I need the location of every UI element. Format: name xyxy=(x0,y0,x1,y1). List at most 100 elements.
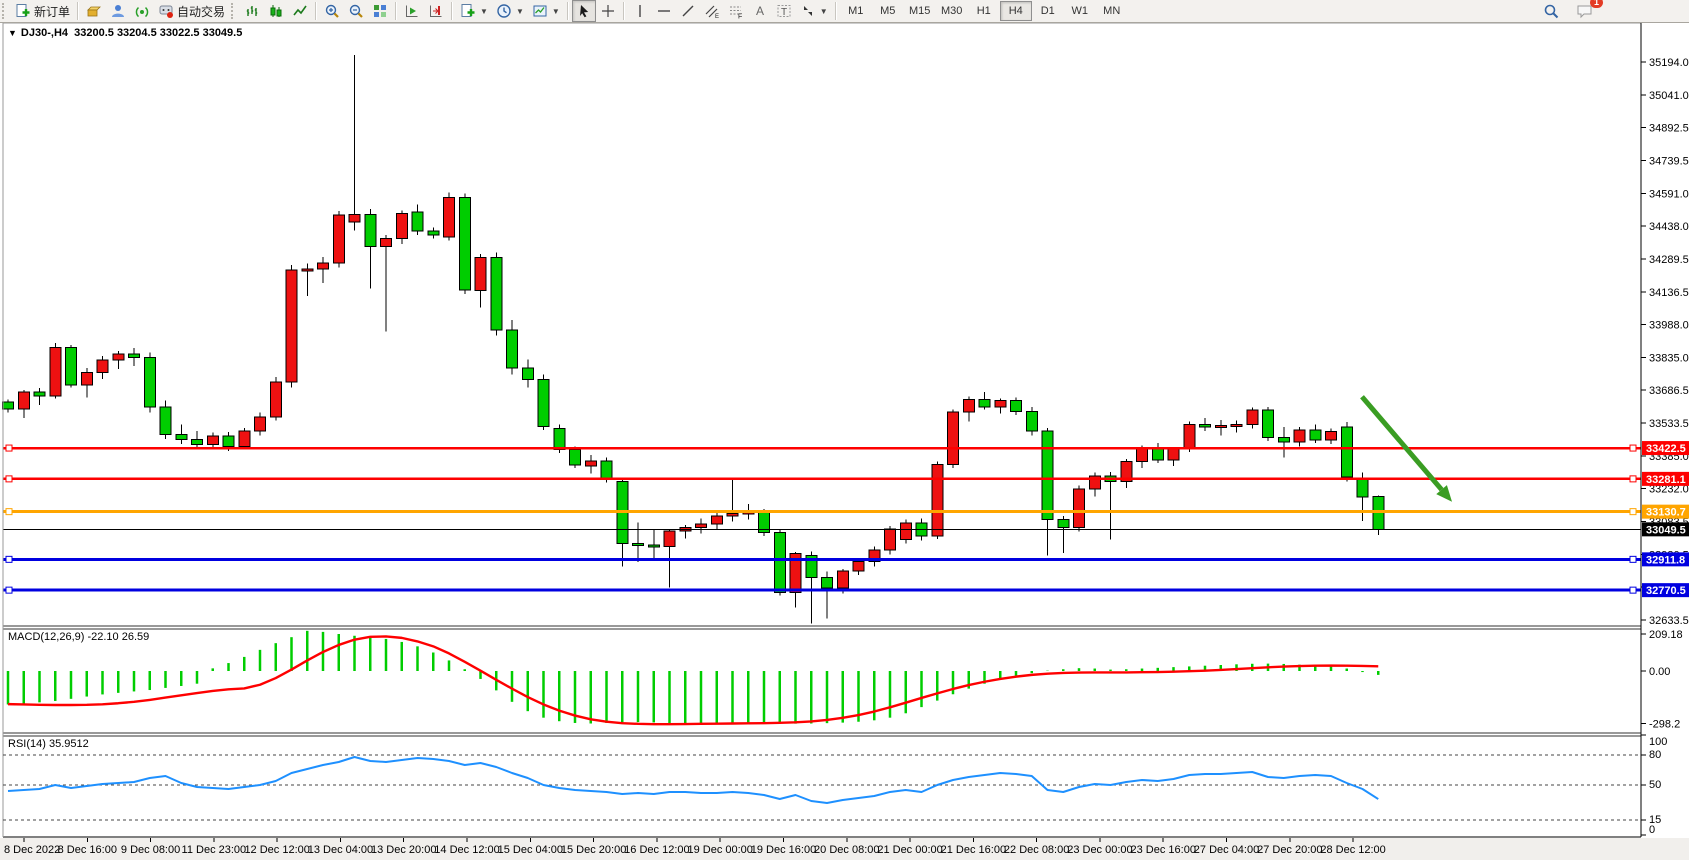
text-button[interactable]: A xyxy=(748,0,772,22)
time-tick-label: 27 Dec 20:00 xyxy=(1257,844,1322,856)
line-anchor xyxy=(1630,445,1636,451)
tab-timeframe-h1[interactable]: H1 xyxy=(968,1,1000,21)
separator xyxy=(77,2,79,20)
candle-up xyxy=(963,400,974,412)
horizontal-line-button[interactable] xyxy=(652,0,676,22)
market-watch-button[interactable] xyxy=(82,0,106,22)
candle-down xyxy=(1011,401,1022,412)
candle-up xyxy=(664,531,675,547)
chat-button[interactable]: 1 xyxy=(1572,0,1597,22)
vertical-line-icon xyxy=(632,3,648,19)
search-button[interactable] xyxy=(1539,0,1564,22)
candle-down xyxy=(1152,449,1163,460)
clock-icon xyxy=(496,3,512,19)
auto-trading-button[interactable]: 自动交易 xyxy=(154,0,229,22)
svg-text:33422.5: 33422.5 xyxy=(1646,443,1686,455)
candle-up xyxy=(837,571,848,588)
candle-down xyxy=(129,354,140,358)
price-badge-32911.8: 32911.8 xyxy=(1642,552,1689,566)
tab-timeframe-w1[interactable]: W1 xyxy=(1064,1,1096,21)
periods-button[interactable]: ▼ xyxy=(492,0,528,22)
candle-chart-icon xyxy=(268,3,284,19)
svg-text:E: E xyxy=(715,14,719,19)
toolbar-grip xyxy=(2,3,9,19)
separator xyxy=(451,2,453,20)
cursor-icon xyxy=(576,3,592,19)
candle-up xyxy=(995,401,1006,407)
zoom-in-button[interactable] xyxy=(320,0,344,22)
signals-button[interactable] xyxy=(130,0,154,22)
rsi-axis-label: 100 xyxy=(1649,736,1667,748)
arrows-icon xyxy=(800,3,816,19)
search-icon xyxy=(1543,3,1560,20)
time-tick-label: 14 Dec 12:00 xyxy=(434,844,499,856)
candle-up xyxy=(1215,426,1226,428)
text-label-button[interactable]: T xyxy=(772,0,796,22)
line-anchor xyxy=(1630,476,1636,482)
candle-down xyxy=(522,368,533,380)
step-forward-icon xyxy=(404,3,420,19)
candle-down xyxy=(648,545,659,547)
vertical-line-button[interactable] xyxy=(628,0,652,22)
candle-down xyxy=(570,450,581,465)
candle-up xyxy=(1184,425,1195,449)
time-tick-label: 11 Dec 23:00 xyxy=(182,844,247,856)
svg-text:33281.1: 33281.1 xyxy=(1646,474,1686,486)
time-tick-label: 19 Dec 00:00 xyxy=(687,844,752,856)
new-order-button[interactable]: 新订单 xyxy=(11,0,74,22)
time-tick-label: 15 Dec 20:00 xyxy=(561,844,626,856)
candle-down xyxy=(1042,431,1053,519)
line-anchor xyxy=(6,587,12,593)
fibonacci-button[interactable]: F xyxy=(724,0,748,22)
candle-down xyxy=(1310,430,1321,440)
chart-shift-icon xyxy=(428,3,444,19)
price-tick-label: 33686.5 xyxy=(1649,385,1689,397)
price-badge-33130.7: 33130.7 xyxy=(1642,505,1689,519)
tile-windows-button[interactable] xyxy=(368,0,392,22)
candle-chart-button[interactable] xyxy=(264,0,288,22)
zoom-out-button[interactable] xyxy=(344,0,368,22)
tab-timeframe-h4[interactable]: H4 xyxy=(1000,1,1032,21)
price-tick-label: 34289.5 xyxy=(1649,254,1689,266)
auto-trading-icon xyxy=(158,3,174,19)
cursor-button[interactable] xyxy=(572,0,596,22)
toolbar-grip xyxy=(231,3,238,19)
trend-line-button[interactable] xyxy=(676,0,700,22)
chart-shift-button[interactable] xyxy=(424,0,448,22)
tab-timeframe-d1[interactable]: D1 xyxy=(1032,1,1064,21)
svg-text:33130.7: 33130.7 xyxy=(1646,507,1686,519)
candle-up xyxy=(333,215,344,263)
equidistant-channel-button[interactable]: E xyxy=(700,0,724,22)
price-tick-label: 34591.0 xyxy=(1649,188,1689,200)
profiles-button[interactable] xyxy=(106,0,130,22)
candle-down xyxy=(1058,519,1069,527)
templates-button[interactable]: ▼ xyxy=(528,0,564,22)
chevron-down-icon: ▼ xyxy=(820,7,828,16)
tab-timeframe-m30[interactable]: M30 xyxy=(936,1,968,21)
price-tick-label: 33533.5 xyxy=(1649,418,1689,430)
line-chart-icon xyxy=(292,3,308,19)
price-badge-33281.1: 33281.1 xyxy=(1642,472,1689,486)
crosshair-button[interactable] xyxy=(596,0,620,22)
time-tick-label: 22 Dec 08:00 xyxy=(1004,844,1069,856)
indicators-button[interactable]: ▼ xyxy=(456,0,492,22)
candle-up xyxy=(932,464,943,535)
tab-timeframe-mn[interactable]: MN xyxy=(1096,1,1128,21)
arrows-button[interactable]: ▼ xyxy=(796,0,832,22)
time-tick-label: 16 Dec 12:00 xyxy=(624,844,689,856)
text-label-icon: T xyxy=(776,3,792,19)
bar-chart-button[interactable] xyxy=(240,0,264,22)
candle-up xyxy=(270,382,281,417)
time-tick-label: 21 Dec 16:00 xyxy=(941,844,1006,856)
tab-timeframe-m1[interactable]: M1 xyxy=(840,1,872,21)
chart-canvas[interactable]: 35194.035041.034892.534739.534591.034438… xyxy=(0,0,1689,860)
tab-timeframe-m5[interactable]: M5 xyxy=(872,1,904,21)
price-badge-32770.5: 32770.5 xyxy=(1642,583,1689,597)
fibonacci-icon: F xyxy=(728,3,744,19)
line-anchor xyxy=(1630,587,1636,593)
candle-down xyxy=(192,439,203,444)
step-forward-button[interactable] xyxy=(400,0,424,22)
line-chart-button[interactable] xyxy=(288,0,312,22)
tab-timeframe-m15[interactable]: M15 xyxy=(904,1,936,21)
candle-down xyxy=(507,330,518,368)
